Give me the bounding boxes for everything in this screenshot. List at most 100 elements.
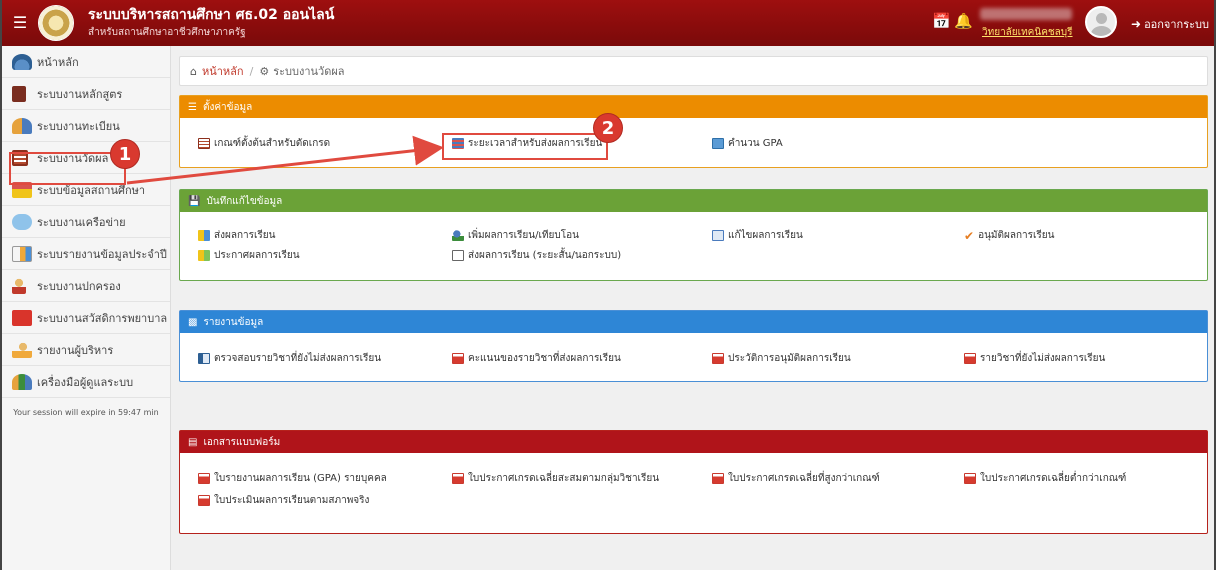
link-gpa-below-criteria[interactable]: ใบประกาศเกรดเฉลี่ยต่ำกว่าเกณฑ์ [964, 471, 1126, 486]
top-header: ☰ ระบบบริหารสถานศึกษา ศธ.02 ออนไลน์ สำหร… [2, 0, 1214, 46]
highlight-sidebar-evaluation [9, 152, 126, 185]
link-label: ใบประกาศเกรดเฉลี่ยต่ำกว่าเกณฑ์ [980, 473, 1127, 484]
panel-title: เอกสารแบบฟอร์ม [203, 436, 281, 448]
pdf-icon [198, 495, 210, 506]
link-approve-grades[interactable]: ✔ อนุมัติผลการเรียน [964, 228, 1055, 243]
cloud-icon [12, 213, 32, 230]
link-subject-scores[interactable]: คะแนนของรายวิชาที่ส่งผลการเรียน [452, 351, 621, 366]
pdf-icon [964, 353, 976, 364]
link-label: ส่งผลการเรียน (ระยะสั้น/นอกระบบ) [468, 250, 622, 261]
link-label: ใบประเมินผลการเรียนตามสภาพจริง [214, 495, 370, 506]
chart-person-icon [12, 341, 32, 358]
panel-header: ▤ เอกสารแบบฟอร์ม [180, 431, 1207, 453]
highlight-submission-period [442, 133, 608, 160]
list-icon: ☰ [188, 101, 197, 113]
sidebar-item-label: หน้าหลัก [37, 55, 79, 69]
link-missing-subjects[interactable]: รายวิชาที่ยังไม่ส่งผลการเรียน [964, 351, 1105, 366]
college-name[interactable]: วิทยาลัยเทคนิคชลบุรี [982, 25, 1073, 40]
table-icon [198, 353, 210, 364]
user-name-blurred [980, 8, 1072, 20]
forms-panel: ▤ เอกสารแบบฟอร์ม ใบรายงานผลการเรียน (GPA… [179, 430, 1208, 534]
pdf-icon [452, 473, 464, 484]
breadcrumb-separator: / [249, 64, 254, 78]
sidebar-item-label: เครื่องมือผู้ดูแลระบบ [37, 375, 134, 389]
sidebar-item-curriculum[interactable]: ระบบงานหลักสูตร [2, 78, 170, 110]
link-authentic-assessment[interactable]: ใบประเมินผลการเรียนตามสภาพจริง [198, 493, 369, 508]
link-submit-grades[interactable]: ส่งผลการเรียน [198, 228, 276, 243]
link-grade-criteria[interactable]: เกณฑ์ตั้งต้นสำหรับตัดเกรด [198, 136, 330, 151]
send-icon [198, 230, 210, 241]
monitor-icon [712, 138, 724, 149]
clipboard-icon [198, 138, 210, 149]
sidebar-item-label: ระบบงานหลักสูตร [37, 87, 123, 101]
panel-title: รายงานข้อมูล [203, 316, 264, 328]
sidebar-item-annual-report[interactable]: ระบบรายงานข้อมูลประจำปี [2, 238, 170, 270]
pdf-icon [198, 473, 210, 484]
session-timer: Your session will expire in 59:47 min [13, 408, 159, 417]
link-check-missing-subjects[interactable]: ตรวจสอบรายวิชาที่ยังไม่ส่งผลการเรียน [198, 351, 381, 366]
link-label: รายวิชาที่ยังไม่ส่งผลการเรียน [980, 353, 1106, 364]
logout-label: ออกจากระบบ [1144, 18, 1209, 31]
settings-panel: ☰ ตั้งค่าข้อมูล เกณฑ์ตั้งต้นสำหรับตัดเกร… [179, 95, 1208, 168]
app-window: ☰ ระบบบริหารสถานศึกษา ศธ.02 ออนไลน์ สำหร… [0, 0, 1216, 570]
calendar-icon[interactable]: 📅 [932, 12, 951, 30]
hamburger-icon[interactable]: ☰ [12, 13, 28, 33]
breadcrumb-current: ระบบงานวัดผล [273, 65, 345, 78]
avatar[interactable] [1085, 6, 1117, 38]
link-label: ส่งผลการเรียน [214, 230, 276, 241]
sidebar-item-label: ระบบรายงานข้อมูลประจำปี [37, 247, 167, 261]
sidebar-item-discipline[interactable]: ระบบงานปกครอง [2, 270, 170, 302]
sidebar-item-home[interactable]: หน้าหลัก [2, 46, 170, 78]
logout-button[interactable]: ➜ ออกจากระบบ [1131, 15, 1209, 33]
book-icon [12, 85, 26, 102]
pdf-icon [964, 473, 976, 484]
sidebar-item-label: ระบบงานเครือข่าย [37, 215, 126, 229]
sidebar-item-label: รายงานผู้บริหาร [37, 343, 114, 357]
report-icon [12, 245, 32, 262]
sidebar-item-welfare[interactable]: ระบบงานสวัสดิการพยาบาล [2, 302, 170, 334]
breadcrumb-home[interactable]: หน้าหลัก [202, 62, 244, 80]
gears-icon: ⚙ [259, 64, 270, 78]
panel-header: ▩ รายงานข้อมูล [180, 311, 1207, 333]
sidebar-item-label: ระบบงานทะเบียน [37, 119, 120, 133]
bell-icon[interactable]: 🔔 [954, 12, 973, 30]
home-icon: ⌂ [190, 64, 197, 78]
save-icon: 💾 [188, 195, 201, 207]
link-approval-history[interactable]: ประวัติการอนุมัติผลการเรียน [712, 351, 851, 366]
sidebar-item-admin-tools[interactable]: เครื่องมือผู้ดูแลระบบ [2, 366, 170, 398]
sidebar-item-network[interactable]: ระบบงานเครือข่าย [2, 206, 170, 238]
sidebar-item-executive-report[interactable]: รายงานผู้บริหาร [2, 334, 170, 366]
step-badge-1: 1 [110, 139, 140, 169]
announce-icon [198, 250, 210, 261]
link-cumulative-gpa-group[interactable]: ใบประกาศเกรดเฉลี่ยสะสมตามกลุ่มวิชาเรียน [452, 471, 659, 486]
breadcrumb: ⌂ หน้าหลัก / ⚙ ระบบงานวัดผล [179, 56, 1208, 86]
logout-icon: ➜ [1131, 17, 1142, 31]
add-user-icon [452, 230, 464, 241]
link-edit-grades[interactable]: แก้ไขผลการเรียน [712, 228, 803, 243]
sidebar-item-registration[interactable]: ระบบงานทะเบียน [2, 110, 170, 142]
link-calculate-gpa[interactable]: คำนวน GPA [712, 136, 783, 151]
bar-chart-icon: ▩ [188, 316, 198, 328]
sidebar: หน้าหลัก ระบบงานหลักสูตร ระบบงานทะเบียน … [2, 46, 171, 570]
app-title: ระบบบริหารสถานศึกษา ศธ.02 ออนไลน์ [88, 7, 335, 23]
link-submit-grades-short[interactable]: ส่งผลการเรียน (ระยะสั้น/นอกระบบ) [452, 248, 621, 263]
panel-title: ตั้งค่าข้อมูล [202, 101, 253, 113]
record-panel: 💾 บันทึกแก้ไขข้อมูล ส่งผลการเรียน เพิ่มผ… [179, 189, 1208, 281]
link-gpa-report-individual[interactable]: ใบรายงานผลการเรียน (GPA) รายบุคคล [198, 471, 387, 486]
pdf-icon [452, 353, 464, 364]
dashboard-icon [12, 53, 32, 70]
link-announce-grades[interactable]: ประกาศผลการเรียน [198, 248, 300, 263]
link-gpa-above-criteria[interactable]: ใบประกาศเกรดเฉลี่ยที่สูงกว่าเกณฑ์ [712, 471, 880, 486]
pdf-icon [712, 353, 724, 364]
link-label: คำนวน GPA [728, 138, 783, 149]
link-label: ตรวจสอบรายวิชาที่ยังไม่ส่งผลการเรียน [214, 353, 382, 364]
check-icon: ✔ [964, 228, 975, 243]
link-label: คะแนนของรายวิชาที่ส่งผลการเรียน [468, 353, 621, 364]
link-label: ใบประกาศเกรดเฉลี่ยสะสมตามกลุ่มวิชาเรียน [468, 473, 660, 484]
link-label: อนุมัติผลการเรียน [978, 230, 1055, 241]
app-subtitle: สำหรับสถานศึกษาอาชีวศึกษาภาครัฐ [88, 27, 246, 38]
step-badge-2: 2 [593, 113, 623, 143]
person-icon [12, 277, 26, 294]
link-add-grades[interactable]: เพิ่มผลการเรียน/เทียบโอน [452, 228, 579, 243]
link-label: ใบประกาศเกรดเฉลี่ยที่สูงกว่าเกณฑ์ [728, 473, 880, 484]
